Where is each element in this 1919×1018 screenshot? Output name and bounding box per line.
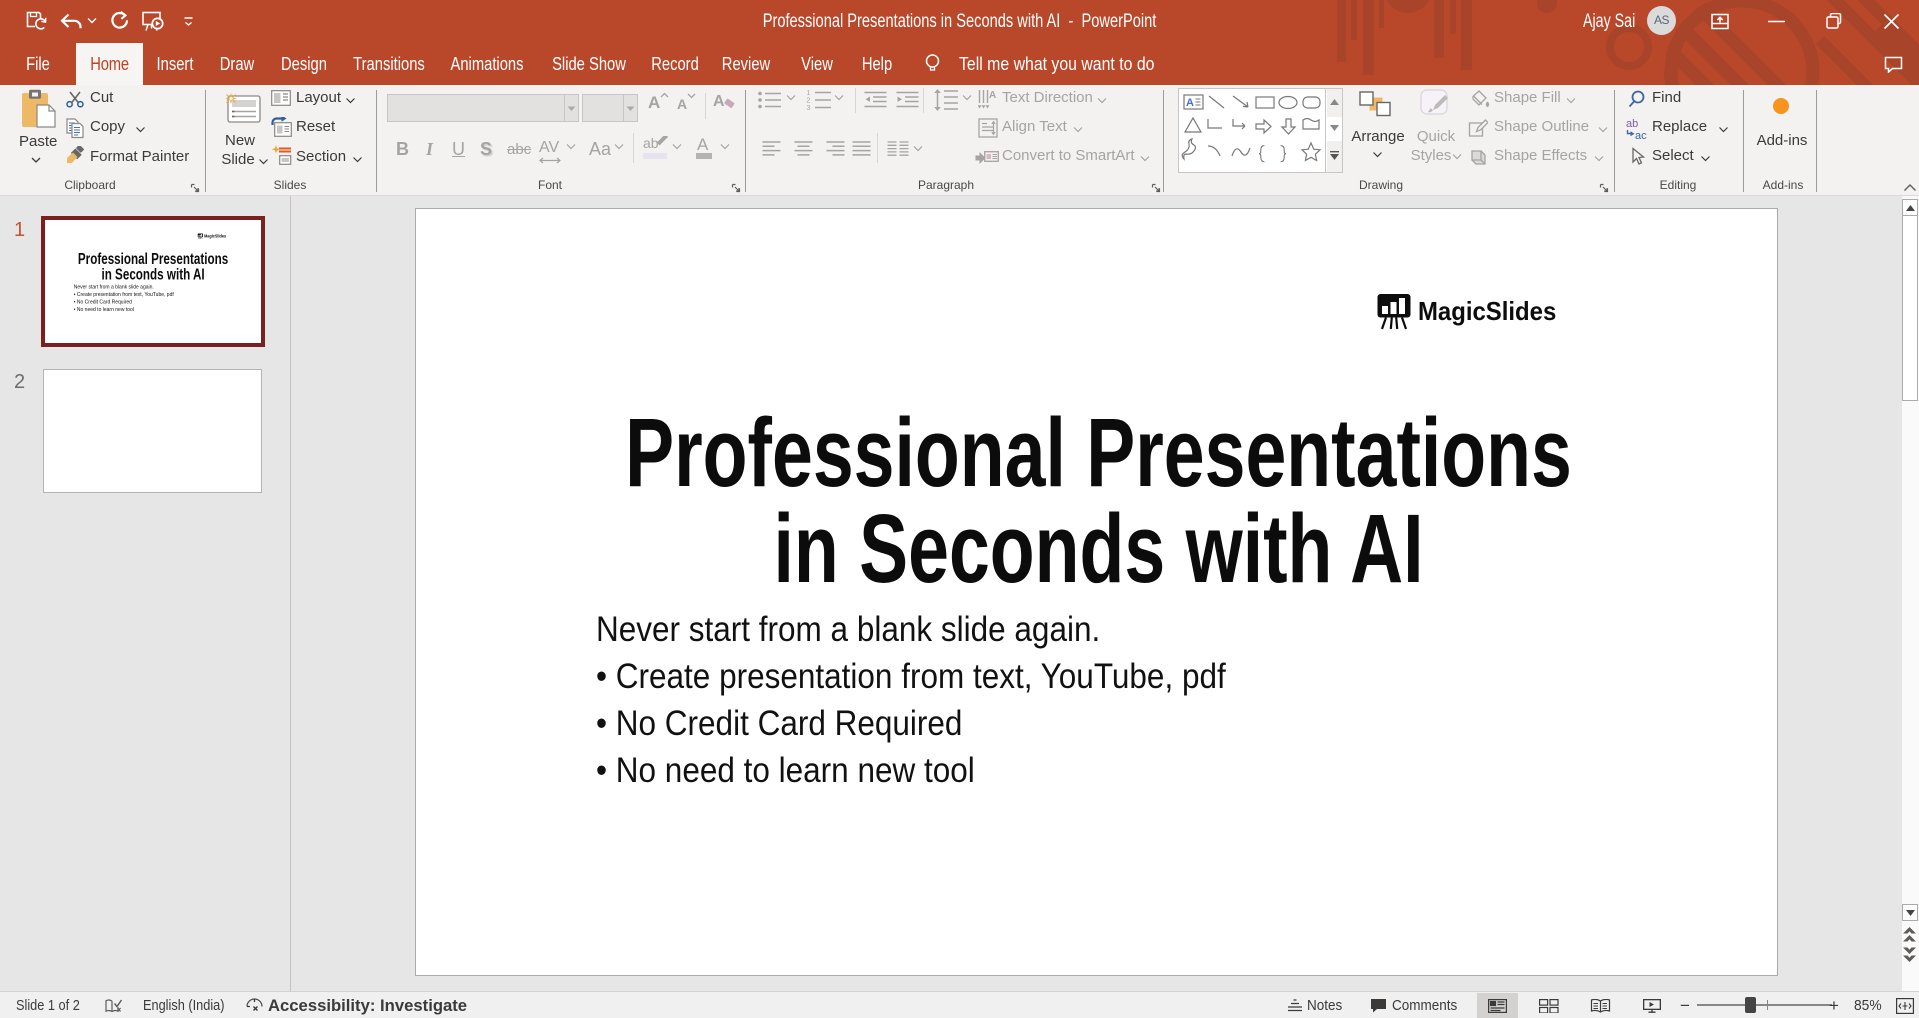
svg-text:1: 1	[807, 90, 811, 97]
svg-text:3: 3	[807, 105, 811, 111]
svg-text:A: A	[1186, 97, 1194, 109]
svg-text:ab: ab	[1626, 118, 1638, 130]
svg-text:ac: ac	[1635, 130, 1647, 140]
svg-text:A: A	[989, 90, 996, 101]
svg-text:2: 2	[807, 98, 811, 105]
